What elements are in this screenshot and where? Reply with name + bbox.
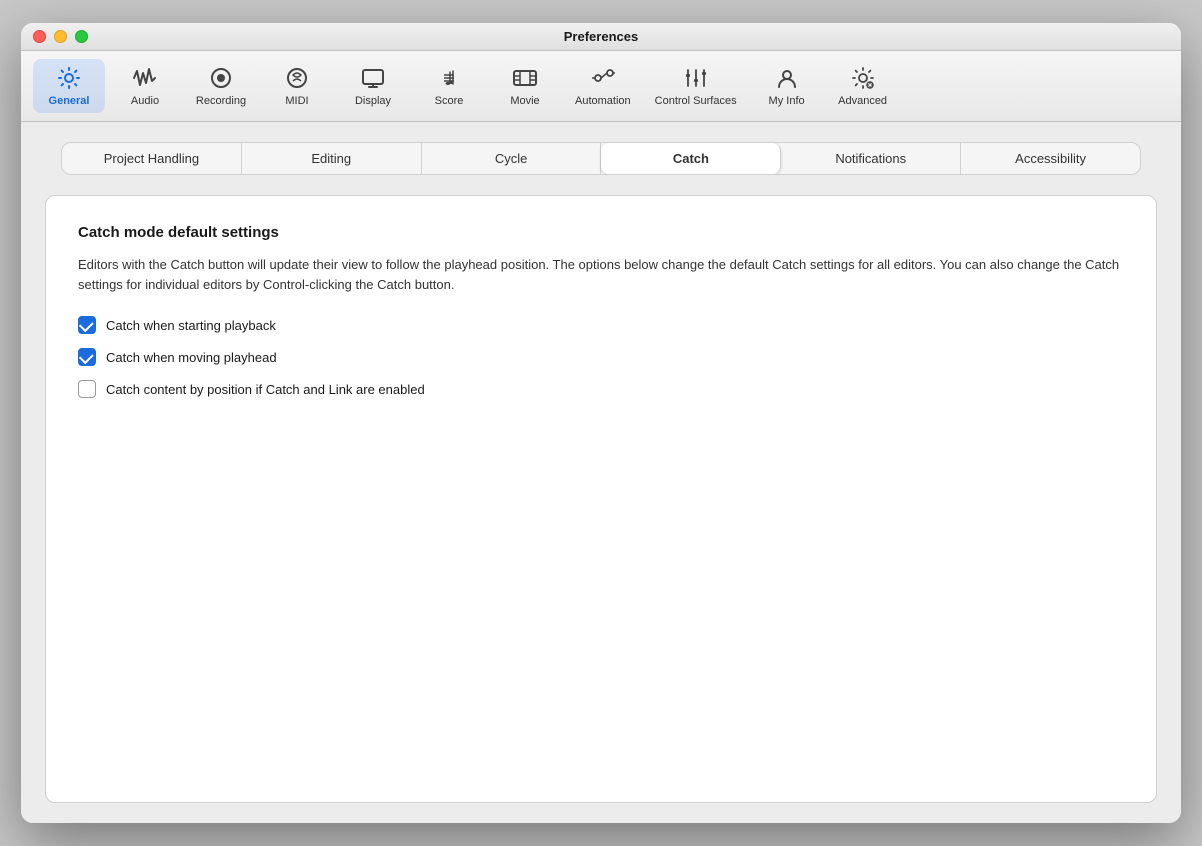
toolbar-label-score: Score bbox=[435, 95, 464, 107]
toolbar-label-general: General bbox=[49, 95, 90, 107]
panel-title: Catch mode default settings bbox=[78, 224, 1124, 241]
titlebar: Preferences bbox=[21, 23, 1181, 51]
subtabs-bar: Project Handling Editing Cycle Catch Not… bbox=[61, 142, 1141, 175]
minimize-button[interactable] bbox=[54, 30, 67, 43]
maximize-button[interactable] bbox=[75, 30, 88, 43]
toolbar: General Audio Recording MIDI bbox=[21, 51, 1181, 122]
toolbar-label-advanced: Advanced bbox=[838, 95, 887, 107]
score-icon bbox=[436, 65, 462, 91]
window-title: Preferences bbox=[564, 29, 638, 44]
toolbar-label-recording: Recording bbox=[196, 95, 246, 107]
panel-description: Editors with the Catch button will updat… bbox=[78, 255, 1124, 294]
display-icon bbox=[360, 65, 386, 91]
checkbox-row-catch-moving: Catch when moving playhead bbox=[78, 348, 1124, 366]
toolbar-item-display[interactable]: Display bbox=[337, 59, 409, 113]
checkbox-label-catch-playback: Catch when starting playback bbox=[106, 318, 276, 333]
advanced-icon bbox=[850, 65, 876, 91]
toolbar-item-automation[interactable]: Automation bbox=[565, 59, 641, 113]
audio-icon bbox=[132, 65, 158, 91]
toolbar-label-automation: Automation bbox=[575, 95, 631, 107]
preferences-window: Preferences General Audio Recording bbox=[21, 23, 1181, 823]
toolbar-item-recording[interactable]: Recording bbox=[185, 59, 257, 113]
recording-icon bbox=[208, 65, 234, 91]
toolbar-item-general[interactable]: General bbox=[33, 59, 105, 113]
subtab-cycle[interactable]: Cycle bbox=[422, 143, 602, 174]
toolbar-label-audio: Audio bbox=[131, 95, 159, 107]
checkbox-row-catch-content: Catch content by position if Catch and L… bbox=[78, 380, 1124, 398]
subtab-project-handling[interactable]: Project Handling bbox=[62, 143, 242, 174]
checkbox-label-catch-moving: Catch when moving playhead bbox=[106, 350, 277, 365]
automation-icon bbox=[590, 65, 616, 91]
traffic-lights bbox=[33, 30, 88, 43]
toolbar-label-movie: Movie bbox=[510, 95, 539, 107]
close-button[interactable] bbox=[33, 30, 46, 43]
toolbar-item-my-info[interactable]: My Info bbox=[751, 59, 823, 113]
toolbar-item-score[interactable]: Score bbox=[413, 59, 485, 113]
subtab-accessibility[interactable]: Accessibility bbox=[961, 143, 1140, 174]
subtab-notifications[interactable]: Notifications bbox=[781, 143, 961, 174]
control-surfaces-icon bbox=[683, 65, 709, 91]
checkbox-catch-content[interactable] bbox=[78, 380, 96, 398]
subtab-catch[interactable]: Catch bbox=[601, 143, 781, 174]
toolbar-item-movie[interactable]: Movie bbox=[489, 59, 561, 113]
main-content: Project Handling Editing Cycle Catch Not… bbox=[21, 122, 1181, 823]
checkbox-catch-moving[interactable] bbox=[78, 348, 96, 366]
settings-panel: Catch mode default settings Editors with… bbox=[45, 195, 1157, 803]
subtab-editing[interactable]: Editing bbox=[242, 143, 422, 174]
toolbar-item-control-surfaces[interactable]: Control Surfaces bbox=[645, 59, 747, 113]
midi-icon bbox=[284, 65, 310, 91]
toolbar-label-display: Display bbox=[355, 95, 391, 107]
checkbox-label-catch-content: Catch content by position if Catch and L… bbox=[106, 382, 425, 397]
toolbar-label-midi: MIDI bbox=[285, 95, 308, 107]
toolbar-item-audio[interactable]: Audio bbox=[109, 59, 181, 113]
gear-icon bbox=[56, 65, 82, 91]
toolbar-item-advanced[interactable]: Advanced bbox=[827, 59, 899, 113]
checkbox-row-catch-playback: Catch when starting playback bbox=[78, 316, 1124, 334]
checkbox-catch-playback[interactable] bbox=[78, 316, 96, 334]
toolbar-item-midi[interactable]: MIDI bbox=[261, 59, 333, 113]
toolbar-label-my-info: My Info bbox=[769, 95, 805, 107]
toolbar-label-control-surfaces: Control Surfaces bbox=[655, 95, 737, 107]
my-info-icon bbox=[774, 65, 800, 91]
movie-icon bbox=[512, 65, 538, 91]
